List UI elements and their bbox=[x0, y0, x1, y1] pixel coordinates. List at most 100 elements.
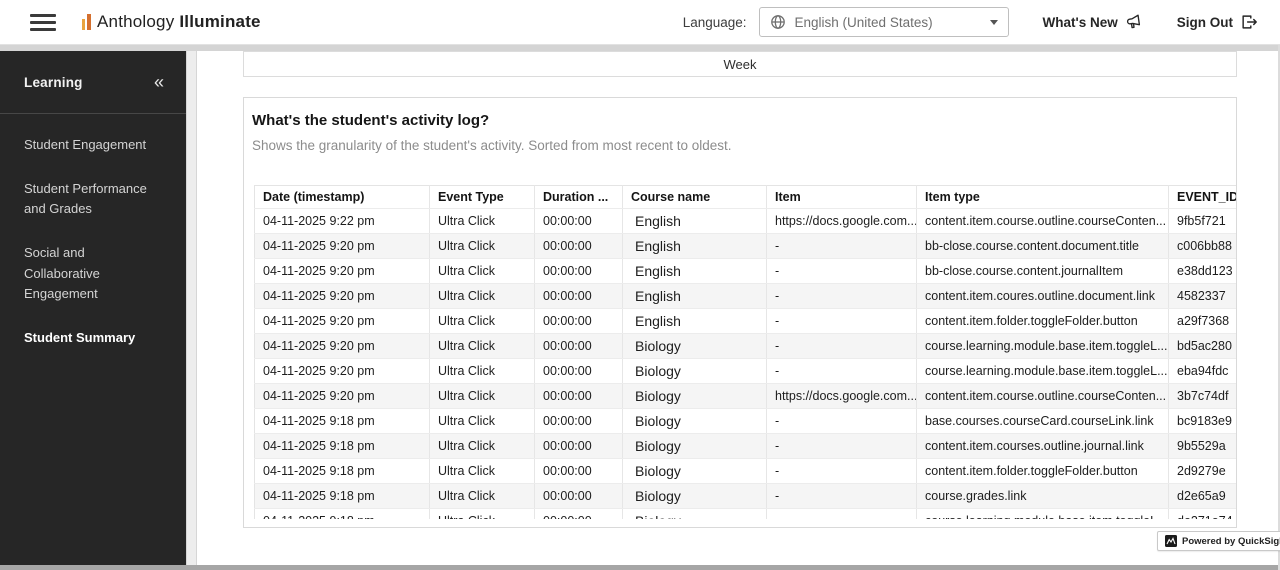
sidebar-item[interactable]: Student Engagement bbox=[24, 135, 162, 155]
sidebar-item[interactable]: Social and Collaborative Engagement bbox=[24, 243, 162, 303]
table-cell: 00:00:00 bbox=[535, 509, 623, 520]
table-cell: 00:00:00 bbox=[535, 284, 623, 309]
table-cell: content.item.folder.toggleFolder.button bbox=[917, 309, 1169, 334]
table-cell: Ultra Click bbox=[430, 384, 535, 409]
table-row: 04-11-2025 9:20 pmUltra Click00:00:00Eng… bbox=[255, 259, 1237, 284]
table-cell: https://docs.google.com... bbox=[767, 384, 917, 409]
app-logo: Anthology Illuminate bbox=[82, 12, 261, 32]
table-cell: 04-11-2025 9:20 pm bbox=[255, 334, 430, 359]
vertical-scrollbar[interactable] bbox=[186, 51, 197, 565]
table-cell: 04-11-2025 9:18 pm bbox=[255, 484, 430, 509]
column-header[interactable]: Event Type bbox=[430, 186, 535, 209]
table-cell: 04-11-2025 9:20 pm bbox=[255, 284, 430, 309]
column-header[interactable]: Course name bbox=[623, 186, 767, 209]
table-cell: English bbox=[623, 234, 767, 259]
sign-out-button[interactable]: Sign Out bbox=[1177, 13, 1258, 31]
table-cell: Biology bbox=[623, 434, 767, 459]
sidebar-item[interactable]: Student Performance and Grades bbox=[24, 179, 162, 219]
table-cell: Ultra Click bbox=[430, 234, 535, 259]
table-cell: Ultra Click bbox=[430, 484, 535, 509]
sidebar: Learning « Student Engagement Student Per… bbox=[0, 51, 186, 565]
table-cell: d2e65a9 bbox=[1169, 484, 1237, 509]
activity-log-table: Date (timestamp)Event TypeDuration ...Co… bbox=[254, 185, 1236, 519]
language-label: Language: bbox=[683, 15, 747, 30]
table-cell: 04-11-2025 9:18 pm bbox=[255, 509, 430, 520]
card-subtitle: Shows the granularity of the student's a… bbox=[252, 138, 732, 153]
table-cell: - bbox=[767, 509, 917, 520]
table-cell: course.learning.module.base.item.toggleL… bbox=[917, 359, 1169, 384]
week-axis-card: Week bbox=[243, 51, 1237, 77]
table-row: 04-11-2025 9:20 pmUltra Click00:00:00Bio… bbox=[255, 334, 1237, 359]
megaphone-icon bbox=[1124, 12, 1144, 32]
table-cell: bb-close.course.content.document.title bbox=[917, 234, 1169, 259]
table-cell: Ultra Click bbox=[430, 459, 535, 484]
table-cell: - bbox=[767, 334, 917, 359]
table-cell: 9fb5f721 bbox=[1169, 209, 1237, 234]
table-cell: Ultra Click bbox=[430, 284, 535, 309]
chevron-down-icon bbox=[990, 20, 998, 25]
table-cell: Ultra Click bbox=[430, 259, 535, 284]
table-cell: Ultra Click bbox=[430, 334, 535, 359]
table-cell: content.item.folder.toggleFolder.button bbox=[917, 459, 1169, 484]
table-cell: - bbox=[767, 359, 917, 384]
table-cell: course.grades.link bbox=[917, 484, 1169, 509]
table-cell: 00:00:00 bbox=[535, 334, 623, 359]
table-cell: - bbox=[767, 434, 917, 459]
powered-by-quicksight-badge[interactable]: Powered by QuickSight bbox=[1157, 531, 1280, 551]
column-header[interactable]: Item bbox=[767, 186, 917, 209]
column-header[interactable]: Duration ... bbox=[535, 186, 623, 209]
table-cell: 00:00:00 bbox=[535, 459, 623, 484]
table-cell: https://docs.google.com... bbox=[767, 209, 917, 234]
column-header[interactable]: Date (timestamp) bbox=[255, 186, 430, 209]
table-body: 04-11-2025 9:22 pmUltra Click00:00:00Eng… bbox=[255, 209, 1237, 520]
whats-new-button[interactable]: What's New bbox=[1043, 13, 1143, 31]
table-cell: - bbox=[767, 259, 917, 284]
table-cell: course.learning.module.base.item.toggleL… bbox=[917, 334, 1169, 359]
sidebar-nav: Student Engagement Student Performance an… bbox=[0, 114, 186, 348]
table-cell: 4582337 bbox=[1169, 284, 1237, 309]
window-bottom-edge bbox=[0, 565, 1280, 570]
week-axis-label: Week bbox=[724, 57, 757, 72]
table-cell: Ultra Click bbox=[430, 209, 535, 234]
sidebar-title: Learning bbox=[24, 75, 83, 90]
table-cell: content.item.coures.outline.document.lin… bbox=[917, 284, 1169, 309]
table-cell: 04-11-2025 9:18 pm bbox=[255, 459, 430, 484]
table-cell: 2d9279e bbox=[1169, 459, 1237, 484]
sidebar-item[interactable]: Student Summary bbox=[24, 328, 162, 348]
table-row: 04-11-2025 9:18 pmUltra Click00:00:00Bio… bbox=[255, 459, 1237, 484]
table-cell: English bbox=[623, 284, 767, 309]
table-row: 04-11-2025 9:18 pmUltra Click00:00:00Bio… bbox=[255, 484, 1237, 509]
quicksight-logo-icon bbox=[1165, 535, 1177, 547]
table-row: 04-11-2025 9:20 pmUltra Click00:00:00Eng… bbox=[255, 234, 1237, 259]
globe-icon bbox=[770, 14, 786, 30]
table-row: 04-11-2025 9:20 pmUltra Click00:00:00Bio… bbox=[255, 359, 1237, 384]
column-header[interactable]: EVENT_ID bbox=[1169, 186, 1237, 209]
table-cell: 04-11-2025 9:20 pm bbox=[255, 259, 430, 284]
table-cell: Ultra Click bbox=[430, 509, 535, 520]
language-dropdown[interactable]: English (United States) bbox=[759, 7, 1009, 37]
table-row: 04-11-2025 9:20 pmUltra Click00:00:00Eng… bbox=[255, 284, 1237, 309]
table-cell: Ultra Click bbox=[430, 434, 535, 459]
table-cell: 04-11-2025 9:22 pm bbox=[255, 209, 430, 234]
table-row: 04-11-2025 9:18 pmUltra Click00:00:00Bio… bbox=[255, 434, 1237, 459]
table-cell: base.courses.courseCard.courseLink.link bbox=[917, 409, 1169, 434]
activity-log-card: What's the student's activity log? Shows… bbox=[243, 97, 1237, 528]
table-cell: Biology bbox=[623, 459, 767, 484]
logo-bars-icon bbox=[82, 14, 91, 32]
top-header: Anthology Illuminate Language: English (… bbox=[0, 0, 1280, 45]
table-header-row: Date (timestamp)Event TypeDuration ...Co… bbox=[255, 186, 1237, 209]
collapse-sidebar-icon[interactable]: « bbox=[154, 73, 164, 91]
table-cell: bc9183e9 bbox=[1169, 409, 1237, 434]
table-row: 04-11-2025 9:18 pmUltra Click00:00:00Bio… bbox=[255, 409, 1237, 434]
table-cell: 00:00:00 bbox=[535, 309, 623, 334]
column-header[interactable]: Item type bbox=[917, 186, 1169, 209]
table-cell: 04-11-2025 9:18 pm bbox=[255, 409, 430, 434]
table-cell: Biology bbox=[623, 484, 767, 509]
table-cell: content.item.courses.outline.journal.lin… bbox=[917, 434, 1169, 459]
main-content: Week What's the student's activity log? … bbox=[198, 51, 1278, 565]
table-row: 04-11-2025 9:18 pmUltra Click00:00:00Bio… bbox=[255, 509, 1237, 520]
table-cell: Biology bbox=[623, 409, 767, 434]
table-cell: bb-close.course.content.journalItem bbox=[917, 259, 1169, 284]
table-cell: 3b7c74df bbox=[1169, 384, 1237, 409]
hamburger-menu-icon[interactable] bbox=[30, 14, 56, 31]
